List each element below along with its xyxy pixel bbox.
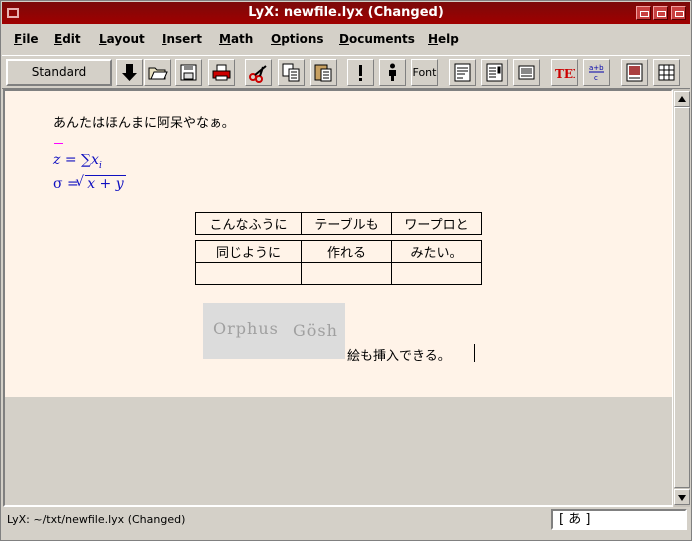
math-formula-sum[interactable]: z = ∑xi [53,152,102,171]
layout-select[interactable]: Standard [6,59,112,86]
emphasis-button[interactable] [347,59,374,86]
printer-icon [212,64,231,81]
ime-indicator[interactable]: [ あ ] [551,509,687,530]
vertical-scrollbar[interactable] [674,89,690,507]
math-sum-symbol: ∑ [81,152,92,168]
paste-icon [314,64,332,82]
tex-icon: TEX [555,67,575,81]
save-button[interactable] [175,59,202,86]
figure-icon [518,65,535,80]
menu-edit[interactable]: Edit [54,32,81,46]
font-label: Font [412,66,437,79]
figure-button[interactable] [513,59,540,86]
close-button[interactable] [671,6,686,20]
math-fraction-icon: a+b c [589,64,604,82]
table-body[interactable]: 同じように 作れる みたい。 [195,240,482,285]
table-cell[interactable] [391,262,482,285]
scissors-icon [249,65,267,83]
math-lhs-sigma: σ [53,176,63,192]
float-button[interactable] [621,59,648,86]
font-button[interactable]: Font [411,59,438,86]
open-folder-icon [148,67,168,80]
window-title: LyX: newfile.lyx (Changed) [248,5,444,20]
print-button[interactable] [208,59,235,86]
table-cell[interactable]: 同じように [195,240,302,263]
math-subscript: i [98,160,102,171]
scrollbar-thumb[interactable] [674,107,690,488]
svg-text:TEX: TEX [555,67,575,81]
person-icon [389,63,396,81]
lyx-window: LyX: newfile.lyx (Changed) File Edit Lay… [0,0,692,541]
table-header[interactable]: こんなふうに テーブルも ワープロと [195,212,482,235]
scroll-down-icon[interactable] [674,489,690,505]
paragraph-1[interactable]: あんたはほんまに阿呆やなぁ。 [53,112,235,131]
paragraph-2[interactable]: 絵も挿入できる。 [347,345,451,364]
table-row: 同じように 作れる みたい。 [195,240,482,263]
paste-button[interactable] [310,59,337,86]
status-bar: LyX: ~/txt/newfile.lyx (Changed) [ あ ] [2,509,690,531]
exclamation-icon [359,65,362,81]
footnote-button[interactable] [449,59,476,86]
save-disk-icon [180,64,197,81]
menu-insert[interactable]: Insert [162,32,202,46]
status-text: LyX: ~/txt/newfile.lyx (Changed) [7,513,186,526]
text-cursor [474,344,475,362]
table-row: こんなふうに テーブルも ワープロと [195,212,482,235]
svg-text:a+b: a+b [589,64,604,72]
open-button[interactable] [144,59,171,86]
table-cell[interactable]: みたい。 [391,240,482,263]
minimize-button[interactable] [636,6,651,20]
table-button[interactable] [653,59,680,86]
table-cell[interactable]: テーブルも [301,212,392,235]
table-cell[interactable] [195,262,302,285]
menu-documents[interactable]: Documents [339,32,415,46]
maximize-button[interactable] [653,6,668,20]
menu-bar: File Edit Layout Insert Math Options Doc… [2,27,690,53]
toolbar: Standard Font TE a+b c [2,55,690,89]
math-radicand: x + y [87,176,124,192]
menu-math[interactable]: Math [219,32,253,46]
table-cell[interactable] [301,262,392,285]
copy-icon [282,63,300,82]
table-icon [658,64,675,81]
footnote-icon [454,63,471,82]
math-equals: = [64,152,77,168]
math-sqrt: x + y [75,174,126,192]
math-button[interactable]: a+b c [583,59,610,86]
menu-help[interactable]: Help [428,32,459,46]
svg-text:c: c [594,74,598,82]
cut-button[interactable] [245,59,272,86]
table-cell[interactable]: こんなふうに [195,212,302,235]
math-inset-marker [54,143,63,144]
tex-button[interactable]: TEX [551,59,578,86]
table-cell[interactable]: 作れる [301,240,392,263]
down-arrow-icon [122,64,137,81]
graphic-text-2: Gösh [293,321,338,340]
copy-button[interactable] [278,59,305,86]
noun-button[interactable] [379,59,406,86]
menu-file[interactable]: File [14,32,39,46]
scroll-up-icon[interactable] [674,91,690,107]
float-figure-icon [626,63,643,82]
title-bar[interactable]: LyX: newfile.lyx (Changed) [2,2,690,24]
math-formula-sqrt[interactable]: σ = x + y [53,174,126,192]
graphic-text-1: Orphus [213,319,279,338]
menu-layout[interactable]: Layout [99,32,145,46]
menu-options[interactable]: Options [271,32,324,46]
inserted-graphic[interactable]: Orphus Gösh [203,303,345,359]
margin-note-button[interactable] [481,59,508,86]
math-variable: x [91,152,99,168]
margin-note-icon [486,63,503,82]
depth-down-button[interactable] [116,59,143,86]
table-row [195,262,482,285]
document-empty-area[interactable] [5,397,672,505]
math-lhs: z [53,152,61,168]
table-cell[interactable]: ワープロと [391,212,482,235]
